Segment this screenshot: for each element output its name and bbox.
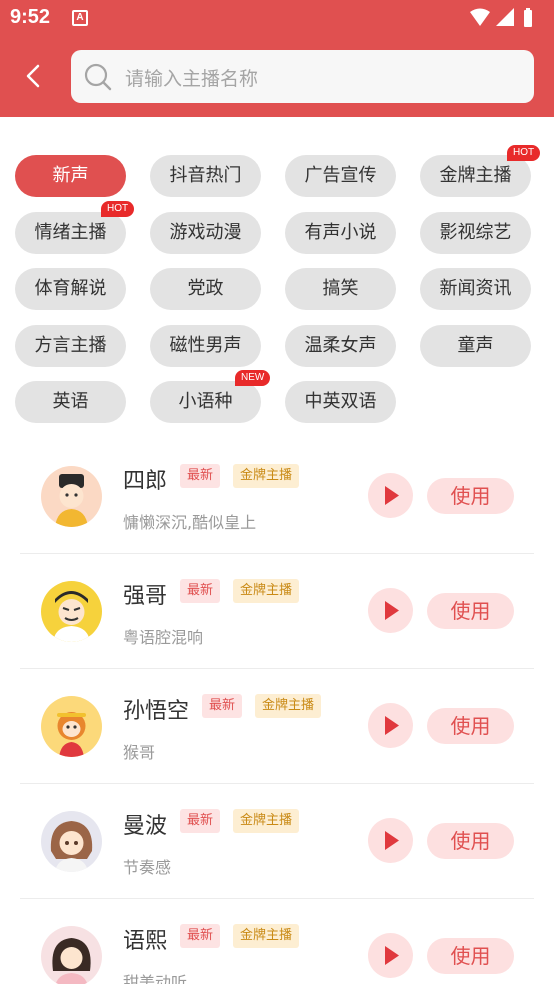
gold-tag: 金牌主播 — [255, 694, 322, 718]
chip-gentle-female[interactable]: 温柔女声 — [285, 325, 396, 367]
chip-funny[interactable]: 搞笑 — [285, 268, 396, 310]
avatar — [41, 581, 102, 642]
hot-badge: HOT — [507, 145, 541, 161]
gold-tag: 金牌主播 — [233, 579, 300, 603]
play-icon — [385, 486, 399, 505]
voice-name: 语熙 — [123, 929, 168, 954]
chip-sports[interactable]: 体育解说 — [15, 268, 126, 310]
new-tag: 最新 — [180, 924, 221, 948]
gold-tag: 金牌主播 — [233, 464, 300, 488]
new-badge: NEW — [235, 370, 271, 386]
chip-xinsheng[interactable]: 新声 — [15, 155, 126, 197]
play-button[interactable] — [368, 818, 413, 863]
chip-child[interactable]: 童声 — [420, 325, 531, 367]
monkey-king-avatar-icon — [57, 712, 86, 757]
list-item[interactable]: 强哥 最新 金牌主播 粤语腔混响 使用 — [20, 554, 534, 669]
chip-dialect[interactable]: 方言主播 — [15, 325, 126, 367]
chip-bilingual[interactable]: 中英双语 — [285, 381, 396, 423]
avatar — [41, 696, 102, 757]
play-icon — [385, 716, 399, 735]
status-icons — [470, 8, 532, 27]
search-input[interactable]: 请输入主播名称 — [71, 50, 534, 103]
play-icon — [385, 601, 399, 620]
chip-news[interactable]: 新闻资讯 — [420, 268, 531, 310]
voice-name: 强哥 — [123, 584, 168, 609]
girl-avatar-icon — [50, 821, 93, 872]
wifi-icon — [470, 8, 490, 26]
chip-emotion[interactable]: 情绪主播 — [15, 212, 126, 254]
back-button[interactable] — [16, 58, 52, 94]
use-button[interactable]: 使用 — [427, 478, 514, 514]
hot-badge: HOT — [101, 201, 135, 217]
search-icon — [84, 63, 112, 91]
voice-desc: 节奏感 — [123, 858, 172, 877]
use-button[interactable]: 使用 — [427, 823, 514, 859]
app-header: 9:52 A 请输入主播名称 — [0, 0, 554, 117]
chip-film-tv[interactable]: 影视综艺 — [420, 212, 531, 254]
gold-tag: 金牌主播 — [233, 924, 300, 948]
use-button[interactable]: 使用 — [427, 593, 514, 629]
search-placeholder: 请输入主播名称 — [125, 68, 259, 90]
chip-minor-language[interactable]: 小语种 — [150, 381, 261, 423]
avatar — [41, 466, 102, 527]
voice-desc: 甜美动听 — [123, 973, 188, 984]
avatar — [41, 926, 102, 984]
battery-icon — [524, 10, 532, 27]
chip-english[interactable]: 英语 — [15, 381, 126, 423]
use-button[interactable]: 使用 — [427, 938, 514, 974]
chip-game-anime[interactable]: 游戏动漫 — [150, 212, 261, 254]
new-tag: 最新 — [180, 809, 221, 833]
new-tag: 最新 — [180, 464, 221, 488]
list-item[interactable]: 四郎 最新 金牌主播 慵懒深沉,酷似皇上 使用 — [20, 439, 534, 554]
chip-audiobook[interactable]: 有声小说 — [285, 212, 396, 254]
voice-desc: 猴哥 — [123, 743, 156, 762]
chevron-left-icon — [26, 64, 40, 88]
chip-douyin-hot[interactable]: 抖音热门 — [150, 155, 261, 197]
signal-icon — [496, 8, 514, 26]
list-item[interactable]: 语熙 最新 金牌主播 甜美动听 使用 — [20, 899, 534, 984]
emperor-avatar-icon — [55, 474, 88, 527]
voice-desc: 粤语腔混响 — [123, 628, 204, 647]
voice-name: 四郎 — [123, 469, 168, 494]
avatar — [41, 811, 102, 872]
chip-gold-anchor[interactable]: 金牌主播 — [420, 155, 531, 197]
list-item[interactable]: 曼波 最新 金牌主播 节奏感 使用 — [20, 784, 534, 899]
notification-icon: A — [72, 10, 88, 26]
play-icon — [385, 831, 399, 850]
man-avatar-icon — [53, 591, 90, 642]
chip-magnetic-male[interactable]: 磁性男声 — [150, 325, 261, 367]
gold-tag: 金牌主播 — [233, 809, 300, 833]
list-item[interactable]: 孙悟空 最新 金牌主播 猴哥 使用 — [20, 669, 534, 784]
play-button[interactable] — [368, 588, 413, 633]
status-bar: 9:52 A — [0, 0, 554, 36]
status-time: 9:52 — [10, 6, 51, 28]
voice-desc: 慵懒深沉,酷似皇上 — [123, 513, 257, 532]
voice-name: 曼波 — [123, 814, 168, 839]
play-icon — [385, 946, 399, 965]
new-tag: 最新 — [202, 694, 243, 718]
chip-ad[interactable]: 广告宣传 — [285, 155, 396, 197]
woman-avatar-icon — [52, 938, 91, 984]
voice-name: 孙悟空 — [123, 699, 190, 724]
play-button[interactable] — [368, 703, 413, 748]
play-button[interactable] — [368, 473, 413, 518]
chip-party[interactable]: 党政 — [150, 268, 261, 310]
use-button[interactable]: 使用 — [427, 708, 514, 744]
new-tag: 最新 — [180, 579, 221, 603]
play-button[interactable] — [368, 933, 413, 978]
